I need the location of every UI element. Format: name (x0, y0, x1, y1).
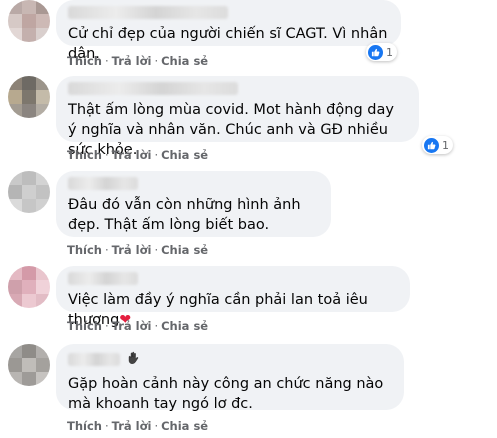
share-link[interactable]: Chia sẻ (161, 148, 208, 162)
comment-bubble: Việc làm đầy ý nghĩa cần phải lan toả iê… (56, 266, 410, 328)
reply-link[interactable]: Trả lời (112, 419, 152, 433)
commenter-name-blurred[interactable] (68, 6, 228, 19)
separator: · (154, 243, 159, 257)
reply-link[interactable]: Trả lời (112, 243, 152, 257)
reply-link[interactable]: Trả lời (112, 319, 152, 333)
share-link[interactable]: Chia sẻ (161, 54, 208, 68)
separator: · (104, 243, 109, 257)
reaction-count: 1 (442, 138, 449, 152)
comment-actions: Thích · Trả lời · Chia sẻ (67, 54, 208, 68)
comment-text: Đâu đó vẫn còn những hình ảnh đẹp. Thật … (68, 197, 306, 233)
commenter-name-blurred[interactable] (68, 353, 120, 366)
separator: · (154, 419, 159, 433)
avatar[interactable] (8, 266, 50, 308)
separator: · (154, 319, 159, 333)
wave-hand-icon (126, 350, 140, 369)
comment-actions: Thích · Trả lời · Chia sẻ (67, 243, 208, 257)
reply-link[interactable]: Trả lời (112, 54, 152, 68)
separator: · (104, 54, 109, 68)
like-link[interactable]: Thích (67, 54, 102, 68)
commenter-name-blurred[interactable] (68, 272, 138, 285)
comment-text: Gặp hoàn cảnh này công an chức năng nào … (68, 376, 388, 412)
like-link[interactable]: Thích (67, 243, 102, 257)
like-link[interactable]: Thích (67, 319, 102, 333)
like-link[interactable]: Thích (67, 419, 102, 433)
share-link[interactable]: Chia sẻ (161, 243, 208, 257)
comment-bubble: Thật ấm lòng mùa covid. Mot hành động da… (56, 76, 419, 158)
avatar[interactable] (8, 171, 50, 213)
avatar[interactable] (8, 76, 50, 118)
separator: · (104, 319, 109, 333)
comment-bubble: Cử chỉ đẹp của người chiến sĩ CAGT. Vì n… (56, 0, 401, 62)
comment-actions: Thích · Trả lời · Chia sẻ (67, 319, 208, 333)
separator: · (104, 148, 109, 162)
comment-bubble: Gặp hoàn cảnh này công an chức năng nào … (56, 344, 404, 412)
avatar[interactable] (8, 344, 50, 386)
like-icon (368, 44, 383, 60)
reaction-summary[interactable]: 1 (422, 136, 453, 154)
reaction-summary[interactable]: 1 (366, 43, 397, 61)
share-link[interactable]: Chia sẻ (161, 419, 208, 433)
comment-bubble: Đâu đó vẫn còn những hình ảnh đẹp. Thật … (56, 171, 331, 237)
share-link[interactable]: Chia sẻ (161, 319, 208, 333)
separator: · (154, 148, 159, 162)
separator: · (104, 419, 109, 433)
avatar[interactable] (8, 0, 50, 42)
reaction-count: 1 (386, 45, 393, 59)
reply-link[interactable]: Trả lời (112, 148, 152, 162)
like-icon (424, 137, 439, 153)
separator: · (154, 54, 159, 68)
comment-actions: Thích · Trả lời · Chia sẻ (67, 419, 208, 433)
comment-actions: Thích · Trả lời · Chia sẻ (67, 148, 208, 162)
like-link[interactable]: Thích (67, 148, 102, 162)
commenter-name-blurred[interactable] (68, 82, 238, 95)
commenter-name-blurred[interactable] (68, 177, 138, 190)
